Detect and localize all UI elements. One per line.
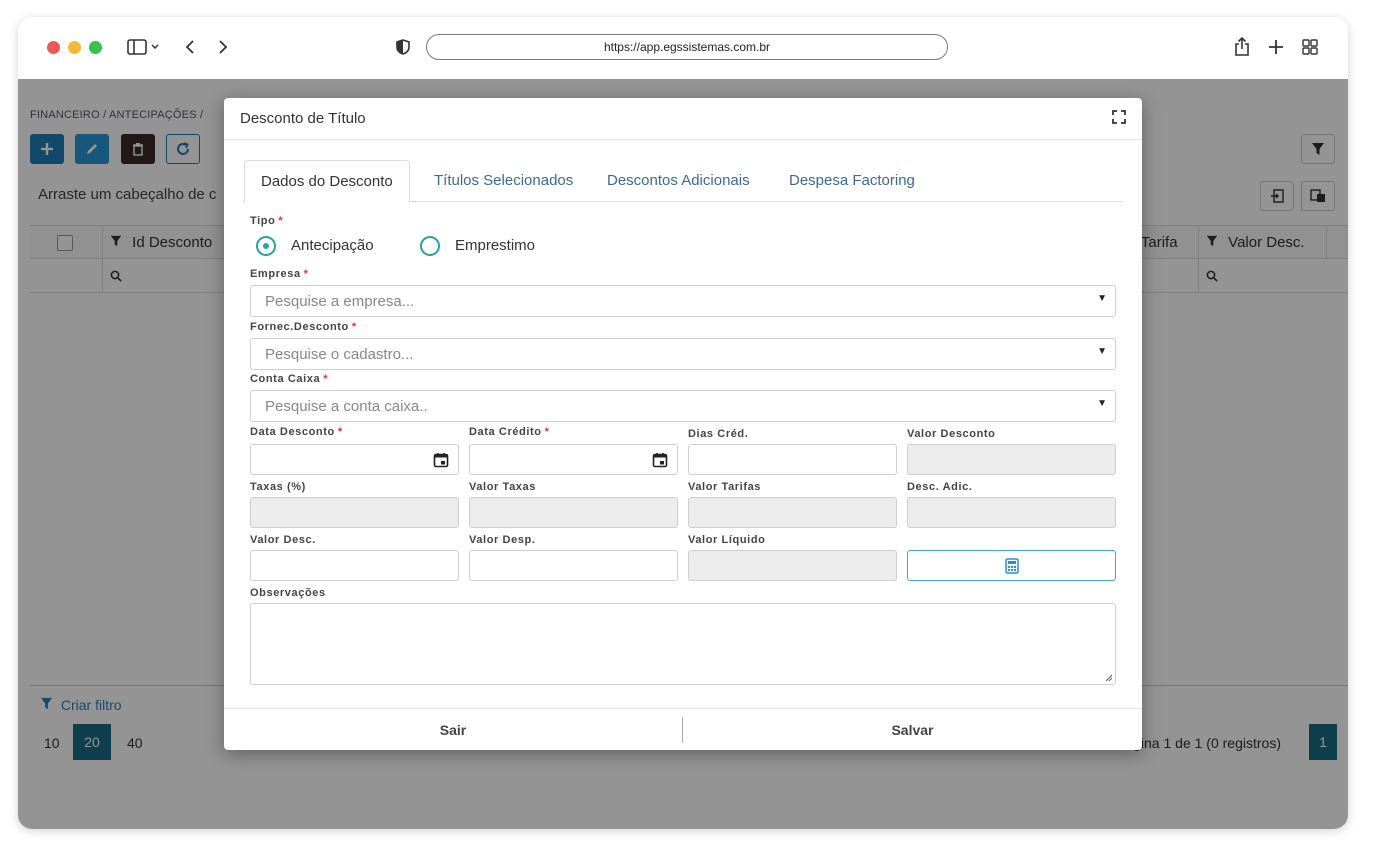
calculate-button[interactable] bbox=[907, 550, 1116, 581]
tab-despesa-factoring[interactable]: Despesa Factoring bbox=[789, 160, 915, 202]
fornec-select[interactable]: Pesquise o cadastro... ▼ bbox=[250, 338, 1116, 370]
modal-title: Desconto de Título bbox=[240, 110, 366, 127]
observacoes-textarea[interactable] bbox=[250, 603, 1116, 685]
tab-overview-icon[interactable] bbox=[1300, 36, 1320, 58]
desc-adic-label: Desc. Adic. bbox=[907, 481, 973, 493]
tab-descontos-adicionais[interactable]: Descontos Adicionais bbox=[607, 160, 750, 202]
browser-titlebar: https://app.egssistemas.com.br bbox=[18, 17, 1348, 79]
radio-antecipacao-label[interactable]: Antecipação bbox=[291, 237, 374, 254]
data-credito-input[interactable] bbox=[469, 444, 678, 475]
minimize-window-button[interactable] bbox=[68, 41, 81, 54]
taxas-input bbox=[250, 497, 459, 528]
tipo-label: Tipo * bbox=[250, 215, 284, 227]
maximize-window-button[interactable] bbox=[89, 41, 102, 54]
dropdown-arrow-icon: ▼ bbox=[1097, 398, 1107, 409]
share-icon[interactable] bbox=[1232, 36, 1252, 58]
empresa-label: Empresa * bbox=[250, 268, 309, 280]
valor-desconto-label: Valor Desconto bbox=[907, 428, 996, 440]
browser-window: https://app.egssistemas.com.br FINANCEIR… bbox=[18, 17, 1348, 829]
valor-taxas-label: Valor Taxas bbox=[469, 481, 536, 493]
close-window-button[interactable] bbox=[47, 41, 60, 54]
fornec-label: Fornec.Desconto * bbox=[250, 321, 357, 333]
exit-button[interactable]: Sair bbox=[224, 709, 682, 751]
modal-tabs: Dados do Desconto Títulos Selecionados D… bbox=[244, 160, 1122, 203]
resize-grip-icon[interactable] bbox=[1105, 674, 1113, 682]
fullscreen-icon[interactable] bbox=[1112, 110, 1126, 124]
calendar-icon[interactable] bbox=[433, 452, 449, 468]
valor-desp-input[interactable] bbox=[469, 550, 678, 581]
valor-desc-label: Valor Desc. bbox=[250, 534, 316, 546]
sidebar-toggle-icon[interactable] bbox=[124, 36, 164, 58]
calculator-icon bbox=[1004, 557, 1019, 574]
modal-header: Desconto de Título bbox=[224, 98, 1142, 140]
data-credito-label: Data Crédito * bbox=[469, 426, 550, 438]
valor-desc-input[interactable] bbox=[250, 550, 459, 581]
new-tab-icon[interactable] bbox=[1266, 36, 1286, 58]
save-button[interactable]: Salvar bbox=[683, 709, 1142, 751]
empresa-placeholder: Pesquise a empresa... bbox=[265, 293, 415, 310]
valor-liquido-input bbox=[688, 550, 897, 581]
radio-antecipacao[interactable] bbox=[256, 236, 276, 256]
calendar-icon[interactable] bbox=[652, 452, 668, 468]
desc-adic-input bbox=[907, 497, 1116, 528]
conta-select[interactable]: Pesquise a conta caixa.. ▼ bbox=[250, 390, 1116, 422]
tab-dados-do-desconto[interactable]: Dados do Desconto bbox=[244, 160, 410, 203]
radio-emprestimo[interactable] bbox=[420, 236, 440, 256]
tab-titulos-selecionados[interactable]: Títulos Selecionados bbox=[434, 160, 573, 202]
valor-liquido-label: Valor Líquido bbox=[688, 534, 766, 546]
shield-icon bbox=[395, 36, 411, 58]
valor-desp-label: Valor Desp. bbox=[469, 534, 536, 546]
data-desconto-input[interactable] bbox=[250, 444, 459, 475]
app-page: FINANCEIRO / ANTECIPAÇÕES / Arraste um c… bbox=[18, 79, 1348, 829]
url-text: https://app.egssistemas.com.br bbox=[603, 40, 771, 54]
dropdown-arrow-icon: ▼ bbox=[1097, 293, 1107, 304]
dias-cred-label: Dias Créd. bbox=[688, 428, 749, 440]
valor-tarifas-input bbox=[688, 497, 897, 528]
valor-taxas-input bbox=[469, 497, 678, 528]
data-desconto-label: Data Desconto * bbox=[250, 426, 343, 438]
valor-desconto-input bbox=[907, 444, 1116, 475]
fornec-placeholder: Pesquise o cadastro... bbox=[265, 346, 414, 363]
conta-label: Conta Caixa * bbox=[250, 373, 329, 385]
url-bar[interactable]: https://app.egssistemas.com.br bbox=[426, 34, 948, 60]
observacoes-label: Observações bbox=[250, 587, 326, 599]
modal-footer: Sair Salvar bbox=[224, 708, 1142, 750]
valor-tarifas-label: Valor Tarifas bbox=[688, 481, 762, 493]
forward-arrow-icon[interactable] bbox=[215, 36, 231, 58]
taxas-label: Taxas (%) bbox=[250, 481, 306, 493]
radio-emprestimo-label[interactable]: Emprestimo bbox=[455, 237, 535, 254]
dias-cred-input[interactable] bbox=[688, 444, 897, 475]
empresa-select[interactable]: Pesquise a empresa... ▼ bbox=[250, 285, 1116, 317]
desconto-modal: Desconto de Título Dados do Desconto Tít… bbox=[224, 98, 1142, 750]
dropdown-arrow-icon: ▼ bbox=[1097, 346, 1107, 357]
back-arrow-icon[interactable] bbox=[182, 36, 198, 58]
conta-placeholder: Pesquise a conta caixa.. bbox=[265, 398, 428, 415]
